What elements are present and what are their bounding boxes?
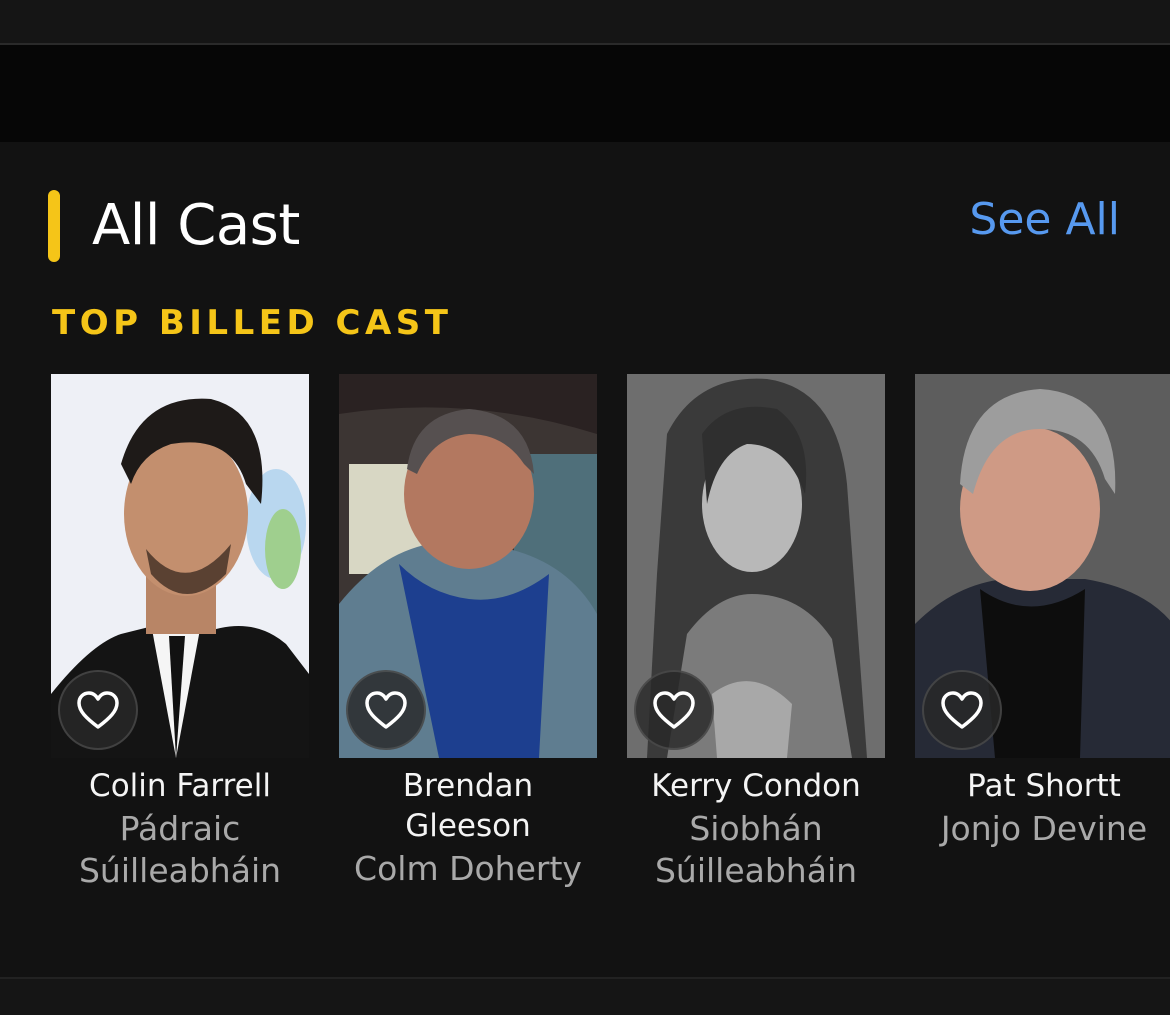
cast-carousel[interactable]: Colin Farrell Pádraic Súilleabháin Brend… bbox=[51, 374, 1170, 934]
character-name: Siobhán Súilleabháin bbox=[654, 809, 858, 890]
cast-photo[interactable] bbox=[915, 374, 1170, 758]
favorite-button[interactable] bbox=[634, 670, 714, 750]
cast-card[interactable]: Brendan Gleeson Colm Doherty bbox=[339, 374, 597, 914]
cast-photo[interactable] bbox=[627, 374, 885, 758]
character-name: Colm Doherty bbox=[354, 849, 582, 888]
heart-icon bbox=[653, 691, 695, 729]
actor-name[interactable]: Brendan Gleeson bbox=[339, 766, 597, 846]
actor-name[interactable]: Kerry Condon bbox=[627, 766, 885, 806]
character-name: Jonjo Devine bbox=[940, 809, 1148, 848]
cast-card[interactable]: Pat Shortt Jonjo Devine bbox=[915, 374, 1170, 914]
bottom-strip bbox=[0, 979, 1170, 1015]
character-name: Pádraic Súilleabháin bbox=[78, 809, 282, 890]
section-title: All Cast bbox=[92, 193, 300, 258]
see-all-link[interactable]: See All bbox=[969, 190, 1120, 250]
cast-card[interactable]: Kerry Condon Siobhán Súilleabháin bbox=[627, 374, 885, 914]
section-accent-bar bbox=[48, 190, 60, 262]
top-strip bbox=[0, 0, 1170, 44]
favorite-button[interactable] bbox=[58, 670, 138, 750]
heart-icon bbox=[941, 691, 983, 729]
heart-icon bbox=[365, 691, 407, 729]
separator-band bbox=[0, 45, 1170, 142]
top-billed-cast-heading: TOP BILLED CAST bbox=[52, 303, 453, 343]
cast-photo[interactable] bbox=[339, 374, 597, 758]
actor-name[interactable]: Pat Shortt bbox=[915, 766, 1170, 806]
heart-icon bbox=[77, 691, 119, 729]
cast-photo[interactable] bbox=[51, 374, 309, 758]
favorite-button[interactable] bbox=[346, 670, 426, 750]
cast-card[interactable]: Colin Farrell Pádraic Súilleabháin bbox=[51, 374, 309, 914]
favorite-button[interactable] bbox=[922, 670, 1002, 750]
actor-name[interactable]: Colin Farrell bbox=[51, 766, 309, 806]
